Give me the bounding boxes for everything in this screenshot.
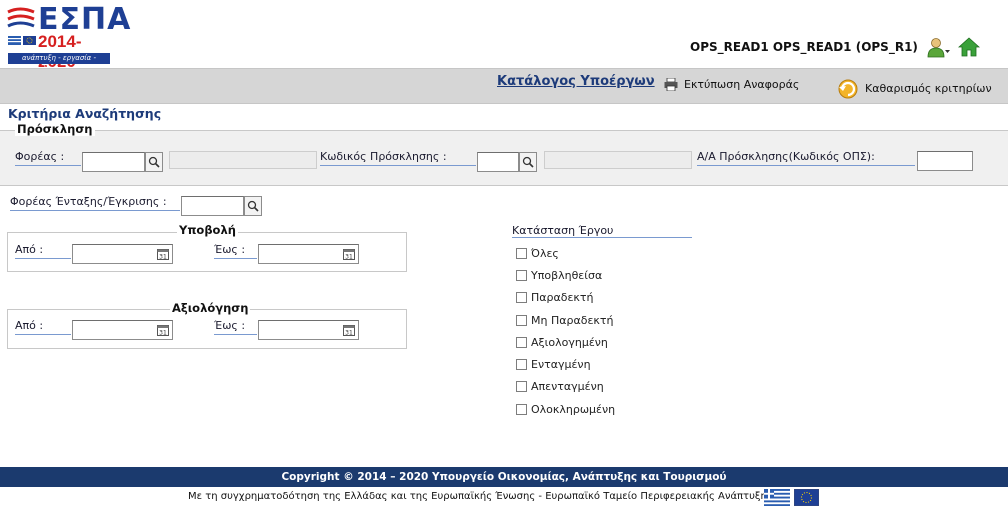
status-checkbox-excluded[interactable]: [516, 380, 527, 392]
submission-from-label: Από :: [15, 243, 71, 259]
project-status-underline: [512, 237, 692, 238]
status-option-all[interactable]: Όλες: [516, 246, 559, 260]
page-title-link[interactable]: Κατάλογος Υποέργων: [497, 74, 655, 89]
status-checkbox-completed[interactable]: [516, 403, 527, 415]
espa-logo: ΕΣΠΑ 2014-2020 ανάπτυξη - εργασία - αλλη…: [6, 2, 130, 73]
status-checkbox-included[interactable]: [516, 358, 527, 370]
calendar-icon: 31: [343, 325, 355, 337]
svg-text:31: 31: [345, 330, 353, 337]
foreas-entaxis-lookup-button[interactable]: [244, 196, 262, 216]
search-criteria-title: Κριτήρια Αναζήτησης: [8, 106, 162, 121]
status-option-label: Απενταγμένη: [531, 379, 604, 393]
aa-prosklisis-label: Α/Α Πρόσκλησης(Κωδικός ΟΠΣ):: [697, 150, 915, 166]
kodikos-prosklisis-label: Κωδικός Πρόσκλησης :: [320, 150, 476, 166]
status-option-included[interactable]: Ενταγμένη: [516, 357, 591, 371]
svg-text:31: 31: [159, 254, 167, 261]
status-option-label: Μη Παραδεκτή: [531, 313, 614, 327]
submission-legend: Υποβολή: [177, 223, 238, 237]
user-menu-button[interactable]: [927, 37, 951, 59]
submission-to-calendar-button[interactable]: 31: [343, 248, 355, 261]
evaluation-legend: Αξιολόγηση: [170, 301, 251, 315]
project-status-title: Κατάσταση Έργου: [512, 224, 614, 237]
status-option-not-accepted[interactable]: Μη Παραδεκτή: [516, 313, 613, 327]
calendar-icon: 31: [157, 249, 169, 261]
user-label: OPS_READ1 OPS_READ1 (OPS_R1): [690, 40, 918, 54]
copyright-bar: Copyright © 2014 – 2020 Υπουργείο Οικονο…: [0, 467, 1008, 487]
print-report-label: Εκτύπωση Αναφοράς: [684, 77, 800, 91]
calendar-icon: 31: [157, 325, 169, 337]
submission-to-label: Έως :: [214, 243, 257, 259]
clear-criteria-label: Καθαρισμός κριτηρίων: [865, 81, 992, 95]
status-option-completed[interactable]: Ολοκληρωμένη: [516, 402, 615, 416]
funding-text: Με τη συγχρηματοδότηση της Ελλάδας και τ…: [188, 491, 773, 502]
foreas-lookup-button[interactable]: [145, 152, 163, 172]
eu-flag-icon: [794, 489, 819, 506]
evaluation-from-label: Από :: [15, 319, 71, 335]
foreas-entaxis-input[interactable]: [181, 196, 244, 216]
foreas-input[interactable]: [82, 152, 145, 172]
kodikos-prosklisis-lookup-button[interactable]: [519, 152, 537, 172]
evaluation-to-label: Έως :: [214, 319, 257, 335]
status-checkbox-evaluated[interactable]: [516, 336, 527, 348]
aa-prosklisis-input[interactable]: [917, 151, 973, 171]
status-checkbox-not-accepted[interactable]: [516, 314, 527, 326]
status-option-submitted[interactable]: Υποβληθείσα: [516, 268, 602, 282]
greek-flag-icon: [764, 489, 790, 506]
status-option-label: Ολοκληρωμένη: [531, 402, 616, 416]
svg-text:31: 31: [159, 330, 167, 337]
status-option-evaluated[interactable]: Αξιολογημένη: [516, 335, 608, 349]
magnifier-icon: [522, 156, 534, 168]
evaluation-from-calendar-button[interactable]: 31: [157, 324, 169, 337]
home-icon: [957, 37, 981, 57]
status-option-label: Παραδεκτή: [531, 290, 594, 304]
foreas-label: Φορέας :: [15, 150, 81, 166]
logo-waves-icon: [7, 7, 35, 28]
submission-from-calendar-button[interactable]: 31: [157, 248, 169, 261]
header: ΕΣΠΑ 2014-2020 ανάπτυξη - εργασία - αλλη…: [0, 0, 1008, 73]
logo-tagline: ανάπτυξη - εργασία - αλληλεγγύη: [8, 53, 110, 73]
status-option-label: Ενταγμένη: [531, 357, 591, 371]
toolbar: Κατάλογος Υποέργων Εκτύπωση Αναφοράς Καθ…: [0, 68, 1008, 104]
kodikos-prosklisis-input[interactable]: [477, 152, 519, 172]
foreas-description-field: [169, 151, 317, 169]
calendar-icon: 31: [343, 249, 355, 261]
evaluation-to-calendar-button[interactable]: 31: [343, 324, 355, 337]
home-button[interactable]: [957, 36, 981, 58]
status-checkbox-accepted[interactable]: [516, 291, 527, 303]
prosklisi-description-field: [544, 151, 692, 169]
status-checkbox-all[interactable]: [516, 247, 527, 259]
clear-criteria-button[interactable]: Καθαρισμός κριτηρίων: [836, 77, 992, 99]
foreas-entaxis-label: Φορέας Ένταξης/Έγκρισης :: [10, 195, 180, 211]
magnifier-icon: [148, 156, 160, 168]
logo-flags-icon: [8, 36, 36, 45]
funding-strip: Με τη συγχρηματοδότηση της Ελλάδας και τ…: [0, 487, 1008, 516]
user-menu-icon: [927, 38, 950, 58]
printer-icon: [664, 77, 678, 91]
status-checkbox-submitted[interactable]: [516, 269, 527, 281]
status-option-label: Υποβληθείσα: [531, 268, 603, 282]
status-option-accepted[interactable]: Παραδεκτή: [516, 290, 594, 304]
magnifier-icon: [247, 200, 259, 212]
svg-text:31: 31: [345, 254, 353, 261]
status-option-excluded[interactable]: Απενταγμένη: [516, 379, 604, 393]
invitation-legend: Πρόσκληση: [15, 122, 95, 136]
clear-filter-icon: [838, 79, 858, 99]
status-option-label: Όλες: [531, 246, 559, 260]
status-option-label: Αξιολογημένη: [531, 335, 608, 349]
print-report-button[interactable]: Εκτύπωση Αναφοράς: [664, 76, 799, 92]
